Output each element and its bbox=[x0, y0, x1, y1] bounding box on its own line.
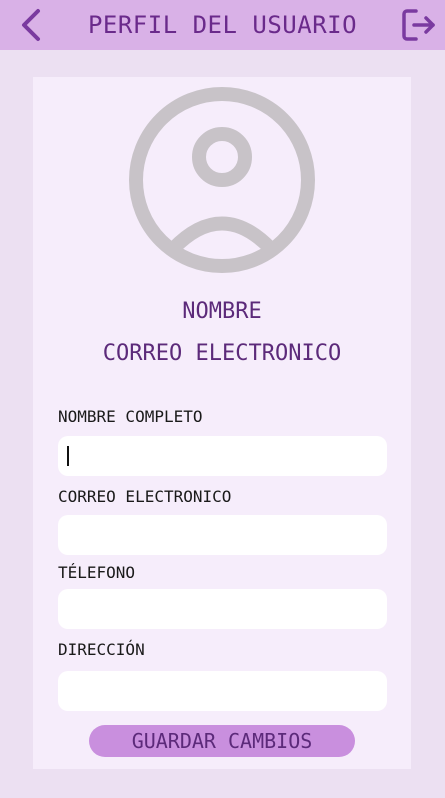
address-label: DIRECCIÓN bbox=[58, 640, 145, 659]
save-changes-button[interactable]: GUARDAR CAMBIOS bbox=[89, 725, 355, 757]
phone-input[interactable] bbox=[58, 589, 387, 629]
address-input[interactable] bbox=[58, 671, 387, 711]
email-label: CORREO ELECTRONICO bbox=[58, 487, 232, 506]
logout-button[interactable] bbox=[399, 6, 439, 44]
user-circle-icon bbox=[129, 87, 315, 273]
full-name-input[interactable] bbox=[58, 436, 387, 476]
top-bar: PERFIL DEL USUARIO bbox=[0, 0, 445, 50]
page-title: PERFIL DEL USUARIO bbox=[87, 11, 358, 39]
profile-card: NOMBRE CORREO ELECTRONICO NOMBRE COMPLET… bbox=[33, 77, 411, 769]
email-input[interactable] bbox=[58, 515, 387, 555]
profile-name: NOMBRE bbox=[182, 299, 262, 324]
full-name-label: NOMBRE COMPLETO bbox=[58, 407, 203, 426]
profile-email: CORREO ELECTRONICO bbox=[102, 341, 342, 366]
logout-icon bbox=[402, 9, 435, 41]
phone-label: TÉLEFONO bbox=[58, 563, 136, 582]
text-caret bbox=[67, 446, 69, 466]
